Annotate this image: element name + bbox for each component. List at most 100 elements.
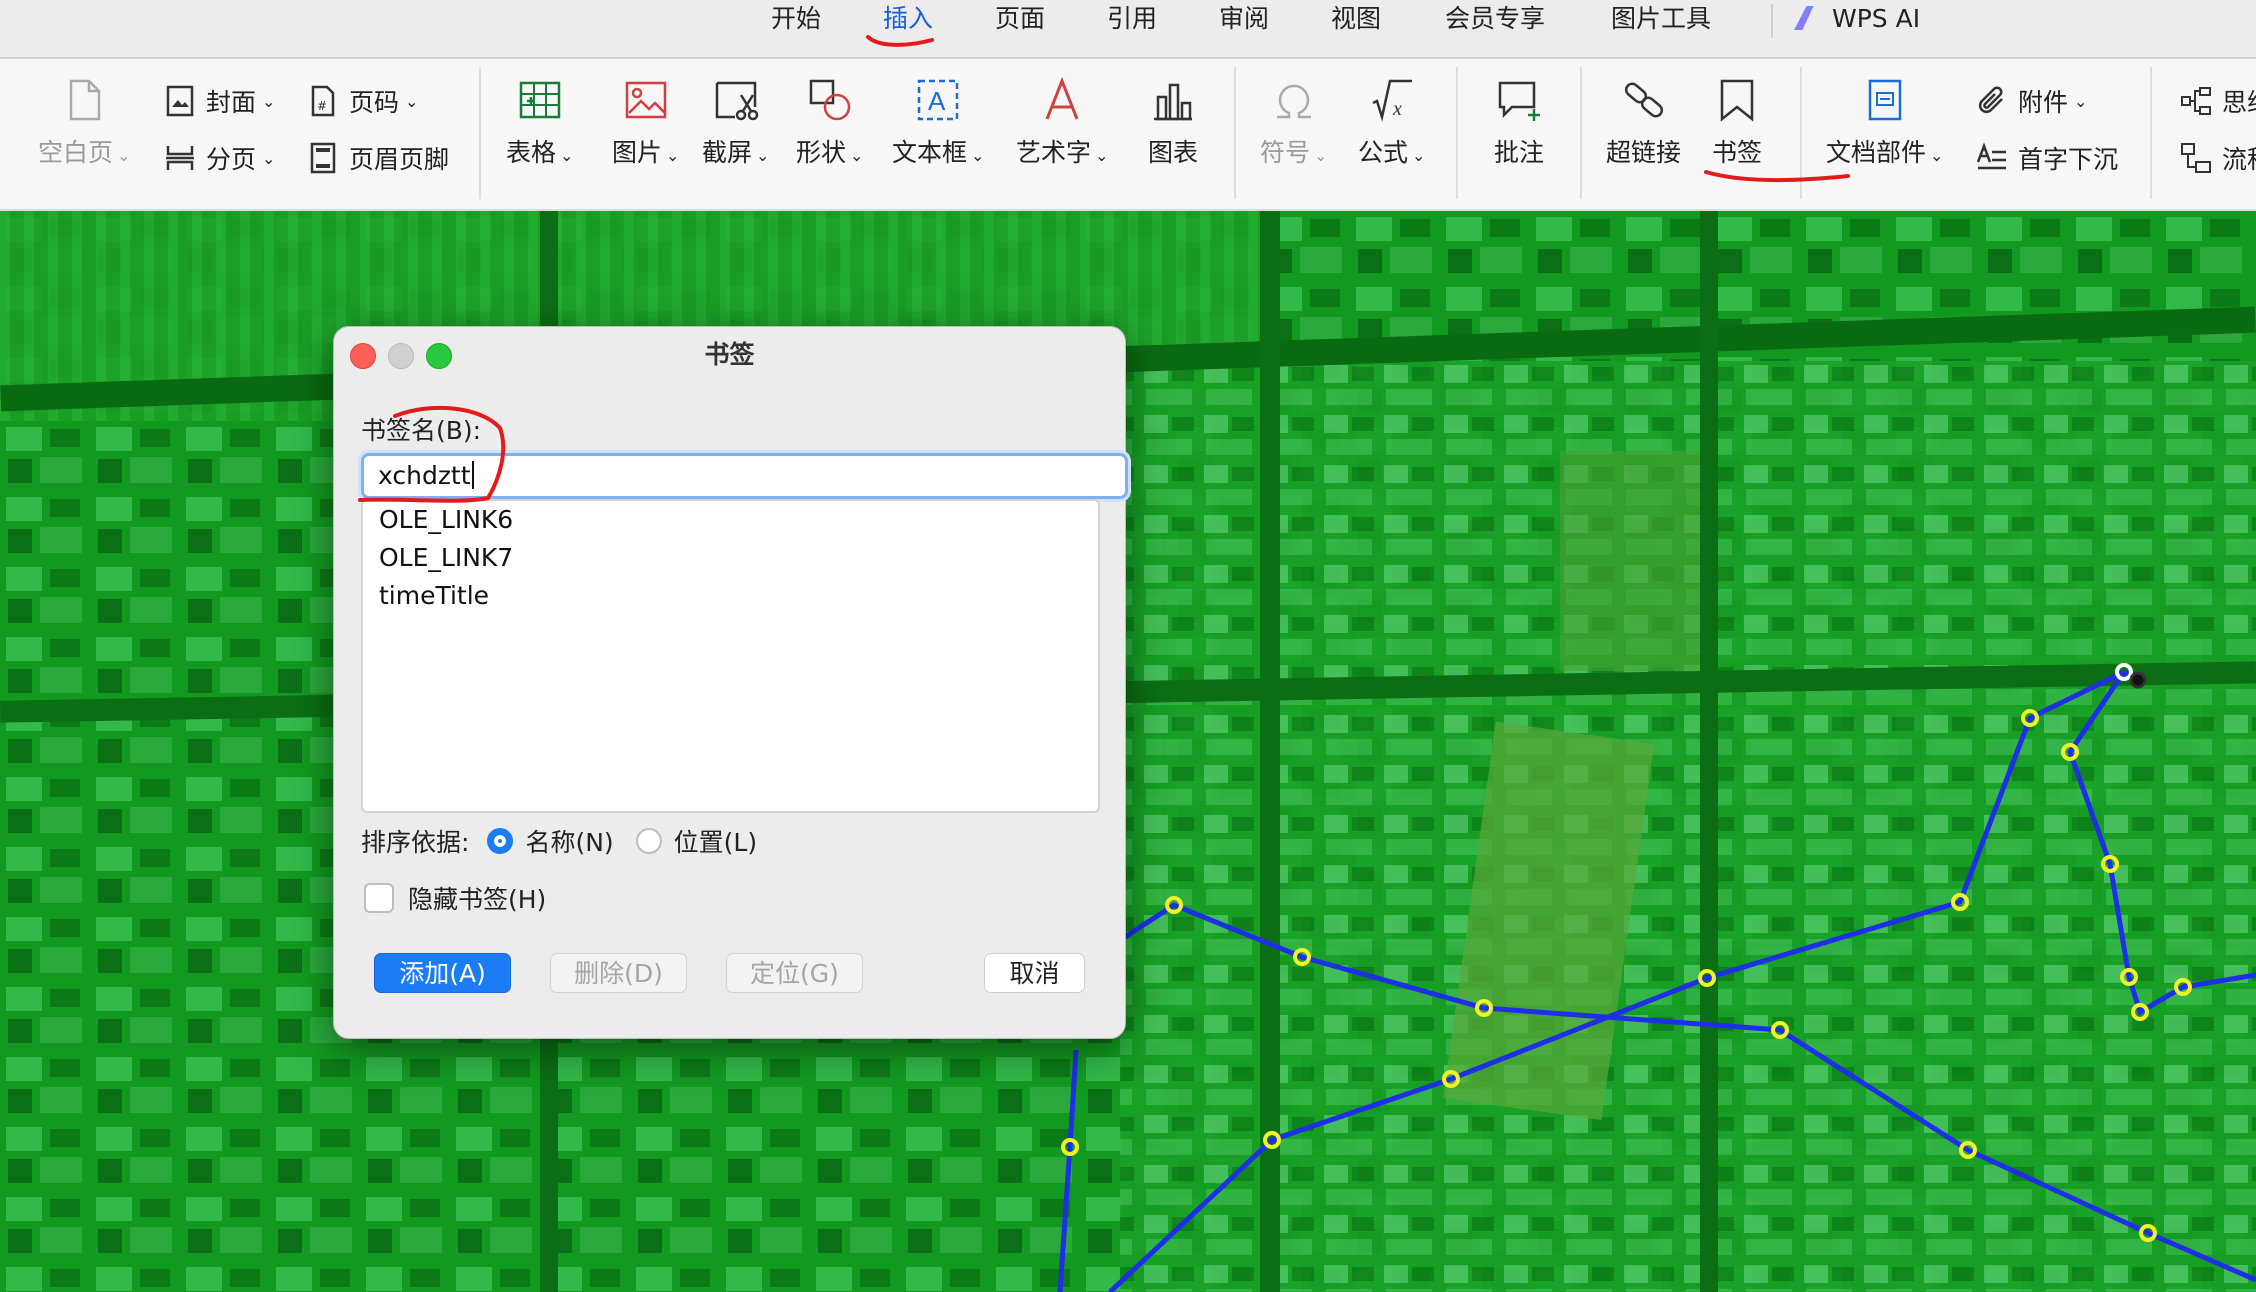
cancel-button[interactable]: 取消 (984, 953, 1085, 993)
picture-label: 图片 (612, 138, 663, 167)
formula-button[interactable]: x 公式 ⌄ (1358, 77, 1425, 169)
flowchart-label: 流程 (2222, 145, 2256, 174)
hide-bookmarks-label[interactable]: 隐藏书签(H) (408, 880, 546, 916)
comment-icon (1498, 81, 1540, 121)
locate-button[interactable]: 定位(G) (726, 953, 863, 993)
chart-icon (1154, 83, 1192, 121)
wps-ai-button[interactable]: WPS AI (1794, 0, 1920, 37)
comment-label: 批注 (1494, 138, 1545, 167)
tab-start[interactable]: 开始 (762, 0, 830, 57)
screenshot-label: 截屏 (702, 138, 753, 167)
mindmap-button[interactable]: 思维 (2180, 83, 2256, 119)
page-number-label: 页码 (349, 88, 400, 117)
textbox-icon: A (917, 79, 959, 121)
cover-button[interactable]: 封面 ⌄ (164, 83, 275, 119)
hyperlink-label: 超链接 (1606, 138, 1682, 167)
ribbon-separator (1456, 67, 1458, 199)
cover-icon (166, 85, 194, 117)
hide-bookmarks-checkbox[interactable] (364, 883, 394, 913)
mindmap-icon (2181, 87, 2211, 115)
bookmark-icon (1720, 79, 1754, 122)
add-button[interactable]: 添加(A) (374, 953, 511, 993)
sort-label: 排序依据: (361, 828, 470, 857)
ribbon-separator (1580, 67, 1582, 199)
page-break-icon (166, 146, 194, 170)
tab-references[interactable]: 引用 (1098, 0, 1166, 57)
shape-button[interactable]: 形状 ⌄ (796, 77, 863, 169)
wps-ai-label: WPS AI (1832, 4, 1921, 33)
flowchart-icon (2181, 143, 2211, 173)
tab-view[interactable]: 视图 (1322, 0, 1390, 57)
tab-page[interactable]: 页面 (986, 0, 1054, 57)
ribbon-separator (1800, 67, 1802, 199)
hide-bookmarks-option: 隐藏书签(H) (364, 880, 546, 916)
drop-cap-label: 首字下沉 (2018, 145, 2119, 174)
hyperlink-button[interactable]: 超链接 (1606, 77, 1681, 169)
sort-options: 排序依据: 名称(N) 位置(L) (361, 821, 757, 861)
chart-button[interactable]: 图表 (1148, 77, 1198, 169)
chart-label: 图表 (1148, 138, 1199, 167)
delete-button[interactable]: 删除(D) (550, 953, 687, 993)
blank-page-label: 空白页 (38, 138, 114, 167)
comment-button[interactable]: 批注 (1494, 77, 1544, 169)
drop-cap-button[interactable]: 首字下沉 (1976, 140, 2118, 176)
formula-label: 公式 (1358, 138, 1409, 167)
formula-icon: x (1372, 79, 1412, 122)
page-number-icon: # (311, 85, 335, 117)
list-item[interactable]: timeTitle (363, 577, 1098, 615)
sort-by-position-radio[interactable] (635, 828, 662, 854)
paperclip-icon (1978, 86, 2003, 114)
header-footer-button[interactable]: 页眉页脚 (307, 140, 449, 176)
ribbon-separator (479, 67, 481, 199)
text-cursor (471, 461, 474, 489)
tab-member[interactable]: 会员专享 (1434, 0, 1556, 57)
tab-insert[interactable]: 插入 (874, 0, 942, 57)
bookmark-dialog: 书签 书签名(B): xchdztt OLE_LINK6 OLE_LINK7 t… (333, 326, 1128, 1039)
svg-text:x: x (1392, 98, 1402, 120)
bookmark-list[interactable]: OLE_LINK6 OLE_LINK7 timeTitle (361, 499, 1100, 813)
page-break-button[interactable]: 分页 ⌄ (164, 140, 275, 176)
shape-icon (809, 79, 850, 121)
attachment-button[interactable]: 附件 ⌄ (1976, 83, 2087, 119)
sort-by-name-label[interactable]: 名称(N) (525, 823, 613, 859)
wordart-button[interactable]: 艺术字 ⌄ (1016, 77, 1108, 169)
dialog-titlebar: 书签 (334, 327, 1125, 383)
flowchart-button[interactable]: 流程 (2180, 140, 2256, 176)
tab-picture-tools[interactable]: 图片工具 (1600, 0, 1722, 57)
doc-parts-button[interactable]: 文档部件 ⌄ (1826, 77, 1943, 169)
link-icon (1624, 82, 1663, 118)
screenshot-icon (715, 81, 758, 121)
symbol-label: 符号 (1260, 138, 1311, 167)
sort-by-position-label[interactable]: 位置(L) (674, 823, 757, 859)
list-item[interactable]: OLE_LINK7 (363, 539, 1098, 577)
wordart-label: 艺术字 (1016, 138, 1092, 167)
symbol-button[interactable]: 符号 ⌄ (1260, 77, 1327, 169)
doc-parts-label: 文档部件 (1826, 138, 1927, 167)
page-number-button[interactable]: # 页码 ⌄ (307, 83, 418, 119)
menu-bar: 开始 插入 页面 引用 审阅 视图 会员专享 图片工具 WPS AI (0, 0, 2256, 59)
table-button[interactable]: 表格 ⌄ (506, 77, 573, 169)
dialog-title: 书签 (704, 340, 755, 369)
ribbon-toolbar: 空白页 ⌄ 封面 ⌄ 分页 ⌄ # 页码 ⌄ 页眉页脚 表格 ⌄ 图片 ⌄ 截屏 ⌄ 形状 ⌄ … (0, 59, 2256, 211)
textbox-button[interactable]: A 文本框 ⌄ (892, 77, 984, 169)
table-label: 表格 (506, 138, 557, 167)
bookmark-button[interactable]: 书签 (1712, 77, 1762, 169)
list-item[interactable]: OLE_LINK6 (363, 501, 1098, 539)
blank-page-icon (69, 79, 101, 121)
picture-button[interactable]: 图片 ⌄ (612, 77, 679, 169)
blank-page-button[interactable]: 空白页 ⌄ (38, 77, 130, 169)
tab-review[interactable]: 审阅 (1210, 0, 1278, 57)
screenshot-button[interactable]: 截屏 ⌄ (702, 77, 769, 169)
page-break-label: 分页 (206, 145, 257, 174)
bookmark-name-input[interactable]: xchdztt (361, 453, 1128, 499)
wps-ai-icon (1794, 6, 1814, 30)
bookmark-name-label: 书签名(B): (361, 416, 482, 445)
attachment-label: 附件 (2018, 88, 2069, 117)
table-icon (519, 81, 560, 119)
menu-separator (1771, 4, 1773, 38)
sort-by-name-radio[interactable] (487, 828, 514, 854)
shape-label: 形状 (796, 138, 847, 167)
header-footer-label: 页眉页脚 (349, 145, 450, 174)
ribbon-separator (2150, 67, 2152, 199)
bookmark-name-value: xchdztt (378, 461, 471, 490)
